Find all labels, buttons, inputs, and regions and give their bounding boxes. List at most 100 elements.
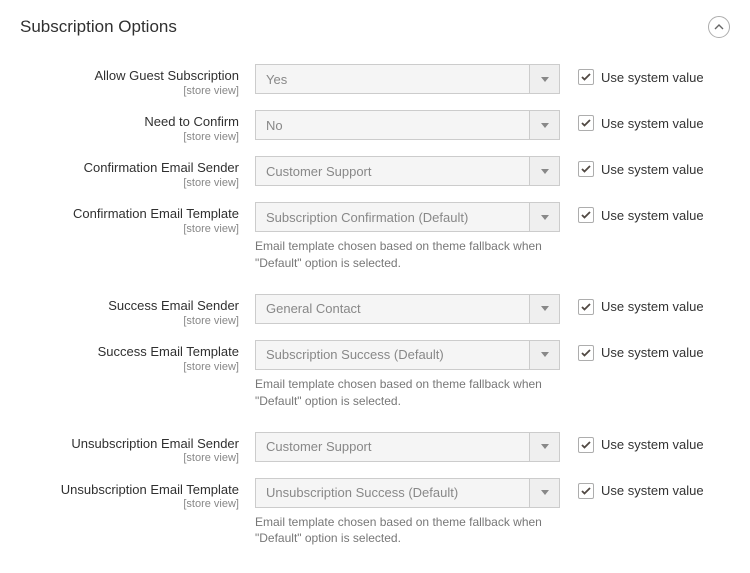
- collapse-toggle[interactable]: [708, 16, 730, 38]
- select-value: Yes: [256, 65, 529, 93]
- field-label: Confirmation Email Sender: [20, 160, 239, 177]
- checkmark-icon: [581, 487, 591, 495]
- section-title: Subscription Options: [20, 17, 177, 37]
- use-system-checkbox[interactable]: [578, 345, 594, 361]
- select-value: Subscription Confirmation (Default): [256, 203, 529, 231]
- field-row-confirm-sender: Confirmation Email Sender [store view] C…: [20, 150, 730, 196]
- select-value: Unsubscription Success (Default): [256, 479, 529, 507]
- control-column: Customer Support: [255, 432, 560, 462]
- label-column: Success Email Sender [store view]: [20, 294, 255, 328]
- caret-down-icon: [529, 433, 559, 461]
- use-system-label: Use system value: [601, 70, 704, 85]
- field-row-success-template: Success Email Template [store view] Subs…: [20, 334, 730, 416]
- template-note: Email template chosen based on theme fal…: [255, 514, 560, 548]
- control-column: General Contact: [255, 294, 560, 324]
- caret-down-icon: [529, 157, 559, 185]
- label-column: Need to Confirm [store view]: [20, 110, 255, 144]
- select-value: General Contact: [256, 295, 529, 323]
- template-note: Email template chosen based on theme fal…: [255, 376, 560, 410]
- scope-label: [store view]: [20, 85, 239, 98]
- allow-guest-select[interactable]: Yes: [255, 64, 560, 94]
- field-label: Success Email Sender: [20, 298, 239, 315]
- caret-down-icon: [529, 295, 559, 323]
- use-system-column: Use system value: [560, 340, 730, 361]
- use-system-label: Use system value: [601, 116, 704, 131]
- chevron-up-icon: [714, 24, 724, 30]
- field-label: Unsubscription Email Template: [20, 482, 239, 499]
- label-column: Unsubscription Email Template [store vie…: [20, 478, 255, 512]
- caret-down-icon: [529, 479, 559, 507]
- use-system-column: Use system value: [560, 64, 730, 85]
- scope-label: [store view]: [20, 361, 239, 374]
- use-system-checkbox[interactable]: [578, 483, 594, 499]
- use-system-column: Use system value: [560, 156, 730, 177]
- use-system-label: Use system value: [601, 483, 704, 498]
- checkmark-icon: [581, 349, 591, 357]
- field-row-unsub-template: Unsubscription Email Template [store vie…: [20, 472, 730, 554]
- scope-label: [store view]: [20, 315, 239, 328]
- use-system-checkbox[interactable]: [578, 437, 594, 453]
- use-system-column: Use system value: [560, 110, 730, 131]
- use-system-column: Use system value: [560, 202, 730, 223]
- field-row-allow-guest: Allow Guest Subscription [store view] Ye…: [20, 58, 730, 104]
- use-system-label: Use system value: [601, 208, 704, 223]
- field-row-unsub-sender: Unsubscription Email Sender [store view]…: [20, 426, 730, 472]
- scope-label: [store view]: [20, 452, 239, 465]
- use-system-label: Use system value: [601, 299, 704, 314]
- caret-down-icon: [529, 111, 559, 139]
- checkmark-icon: [581, 441, 591, 449]
- success-sender-select[interactable]: General Contact: [255, 294, 560, 324]
- need-confirm-select[interactable]: No: [255, 110, 560, 140]
- fields-container: Allow Guest Subscription [store view] Ye…: [0, 50, 750, 573]
- caret-down-icon: [529, 341, 559, 369]
- use-system-checkbox[interactable]: [578, 299, 594, 315]
- use-system-label: Use system value: [601, 345, 704, 360]
- use-system-checkbox[interactable]: [578, 161, 594, 177]
- control-column: Yes: [255, 64, 560, 94]
- scope-label: [store view]: [20, 177, 239, 190]
- field-label: Confirmation Email Template: [20, 206, 239, 223]
- field-label: Need to Confirm: [20, 114, 239, 131]
- field-label: Unsubscription Email Sender: [20, 436, 239, 453]
- select-value: Customer Support: [256, 157, 529, 185]
- unsub-template-select[interactable]: Unsubscription Success (Default): [255, 478, 560, 508]
- success-template-select[interactable]: Subscription Success (Default): [255, 340, 560, 370]
- use-system-column: Use system value: [560, 478, 730, 499]
- label-column: Allow Guest Subscription [store view]: [20, 64, 255, 98]
- select-value: Customer Support: [256, 433, 529, 461]
- label-column: Success Email Template [store view]: [20, 340, 255, 374]
- use-system-column: Use system value: [560, 432, 730, 453]
- scope-label: [store view]: [20, 223, 239, 236]
- control-column: Unsubscription Success (Default) Email t…: [255, 478, 560, 548]
- control-column: Customer Support: [255, 156, 560, 186]
- label-column: Unsubscription Email Sender [store view]: [20, 432, 255, 466]
- template-note: Email template chosen based on theme fal…: [255, 238, 560, 272]
- select-value: No: [256, 111, 529, 139]
- scope-label: [store view]: [20, 498, 239, 511]
- label-column: Confirmation Email Sender [store view]: [20, 156, 255, 190]
- use-system-checkbox[interactable]: [578, 207, 594, 223]
- caret-down-icon: [529, 203, 559, 231]
- use-system-checkbox[interactable]: [578, 69, 594, 85]
- checkmark-icon: [581, 119, 591, 127]
- checkmark-icon: [581, 303, 591, 311]
- checkmark-icon: [581, 73, 591, 81]
- select-value: Subscription Success (Default): [256, 341, 529, 369]
- scope-label: [store view]: [20, 131, 239, 144]
- field-row-success-sender: Success Email Sender [store view] Genera…: [20, 288, 730, 334]
- use-system-label: Use system value: [601, 437, 704, 452]
- unsub-sender-select[interactable]: Customer Support: [255, 432, 560, 462]
- field-row-need-confirm: Need to Confirm [store view] No Use syst…: [20, 104, 730, 150]
- checkmark-icon: [581, 211, 591, 219]
- use-system-column: Use system value: [560, 294, 730, 315]
- control-column: No: [255, 110, 560, 140]
- use-system-label: Use system value: [601, 162, 704, 177]
- control-column: Subscription Confirmation (Default) Emai…: [255, 202, 560, 272]
- caret-down-icon: [529, 65, 559, 93]
- section-header: Subscription Options: [0, 0, 750, 50]
- confirm-template-select[interactable]: Subscription Confirmation (Default): [255, 202, 560, 232]
- use-system-checkbox[interactable]: [578, 115, 594, 131]
- confirm-sender-select[interactable]: Customer Support: [255, 156, 560, 186]
- checkmark-icon: [581, 165, 591, 173]
- label-column: Confirmation Email Template [store view]: [20, 202, 255, 236]
